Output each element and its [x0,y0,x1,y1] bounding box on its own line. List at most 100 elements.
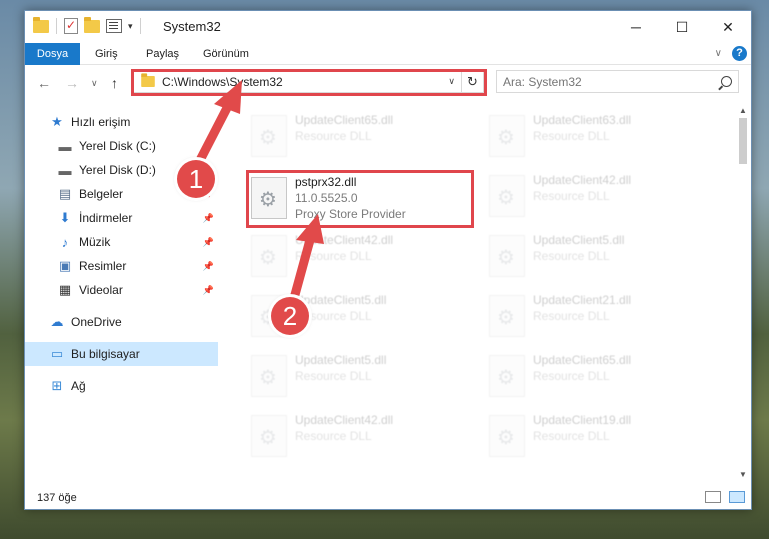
file-name: UpdateClient65.dll [533,353,632,367]
sidebar-item-this-pc[interactable]: ▭ Bu bilgisayar [25,342,218,366]
file-name: UpdateClient5.dll [295,353,387,367]
file-name: UpdateClient42.dll [533,173,632,187]
file-tile[interactable]: UpdateClient5.dll Resource DLL [467,232,697,288]
scroll-up-icon[interactable]: ▲ [736,104,750,118]
tiles-view-icon[interactable] [729,491,745,503]
file-tile[interactable]: UpdateClient19.dll Resource DLL [467,412,697,468]
sidebar-item-quick-access[interactable]: ★ Hızlı erişim [25,110,218,134]
dll-file-icon [251,355,287,397]
close-button[interactable]: ✕ [705,11,751,43]
view-switcher [705,491,745,503]
details-view-icon[interactable] [705,491,721,503]
maximize-button[interactable]: ☐ [659,11,705,43]
computer-icon: ▭ [50,346,64,361]
file-name: UpdateClient5.dll [533,233,625,247]
file-name: UpdateClient5.dll [295,293,387,307]
sidebar-item-label: Yerel Disk (D:) [79,163,156,177]
file-tile[interactable]: UpdateClient5.dll Resource DLL [229,352,459,408]
file-tile[interactable]: UpdateClient5.dll Resource DLL [229,292,459,348]
vertical-scrollbar[interactable]: ▲ ▼ [736,104,750,482]
sidebar-item-onedrive[interactable]: ☁ OneDrive [25,310,218,334]
dll-file-icon [251,415,287,457]
quick-access-toolbar: ▾ [33,16,142,34]
sidebar-item-videos[interactable]: ▦ Videolar 📌 [25,278,218,302]
file-tile[interactable]: UpdateClient65.dll Resource DLL [467,352,697,408]
item-count: 137 öğe [37,492,77,504]
search-input[interactable] [503,74,703,89]
address-highlight-box [131,69,487,96]
view-toggle-icon[interactable] [106,19,122,33]
pin-icon[interactable]: 📌 [203,261,214,272]
sidebar-item-label: OneDrive [71,315,122,329]
file-type: Resource DLL [533,129,610,143]
tab-home[interactable]: Giriş [95,43,118,65]
file-type: Resource DLL [533,309,610,323]
sidebar-item-label: Belgeler [79,187,124,201]
file-tile[interactable]: UpdateClient65.dll Resource DLL [229,112,459,168]
callout-badge-1: 1 [177,160,215,198]
sidebar-item-music[interactable]: ♪ Müzik 📌 [25,230,218,254]
file-name: UpdateClient21.dll [533,293,632,307]
file-type: Resource DLL [533,369,610,383]
sidebar-item-label: Ağ [71,379,86,393]
dll-file-icon [489,235,525,277]
dll-file-icon [251,235,287,277]
file-tile[interactable]: UpdateClient42.dll Resource DLL [229,232,459,288]
scroll-down-icon[interactable]: ▼ [736,468,750,482]
sidebar-item-label: Videolar [79,283,123,297]
callout-badge-2: 2 [271,297,309,335]
tab-share[interactable]: Paylaş [146,43,179,65]
file-tile[interactable]: UpdateClient42.dll Resource DLL [467,172,697,228]
music-icon: ♪ [61,234,69,250]
pin-icon[interactable]: 📌 [203,285,214,296]
properties-icon[interactable] [64,18,78,34]
toolbar-divider [139,18,141,34]
recent-locations-button[interactable]: ∨ [91,78,98,89]
ribbon-expand-icon[interactable]: ∨ [715,48,722,59]
file-name: UpdateClient65.dll [295,113,394,127]
pin-icon[interactable]: 📌 [203,213,214,224]
file-tile[interactable]: UpdateClient21.dll Resource DLL [467,292,697,348]
file-tile[interactable]: UpdateClient63.dll Resource DLL [467,112,697,168]
folder-icon [33,16,49,33]
pictures-icon: ▣ [58,258,72,273]
sidebar-item-downloads[interactable]: ⬇ İndirmeler 📌 [25,206,218,230]
file-type: Resource DLL [295,129,372,143]
sidebar-item-network[interactable]: ⊞ Ağ [25,374,218,398]
new-folder-icon[interactable] [84,16,100,33]
explorer-window: ▾ System32 ─ ☐ ✕ Dosya Giriş Paylaş Görü… [24,10,752,510]
tab-view[interactable]: Görünüm [203,43,249,65]
file-highlight-box [246,170,474,228]
documents-icon: ▤ [58,186,72,201]
toolbar-divider [56,18,57,34]
tab-file[interactable]: Dosya [25,43,80,65]
file-tile[interactable]: UpdateClient42.dll Resource DLL [229,412,459,468]
search-icon[interactable] [721,76,732,87]
scroll-thumb[interactable] [739,118,747,164]
dll-file-icon [489,115,525,157]
window-title: System32 [163,19,221,34]
dll-file-icon [489,175,525,217]
disk-icon: ▬ [58,138,72,154]
forward-button[interactable]: → [65,75,79,91]
sidebar-item-label: Hızlı erişim [71,115,131,129]
help-icon[interactable]: ? [732,46,747,61]
minimize-button[interactable]: ─ [613,11,659,43]
pin-icon[interactable]: 📌 [203,141,214,152]
customize-toolbar-icon[interactable]: ▾ [128,21,133,32]
sidebar-item-pictures[interactable]: ▣ Resimler 📌 [25,254,218,278]
sidebar-item-label: Bu bilgisayar [71,347,140,361]
up-button[interactable]: ↑ [111,75,118,91]
back-button[interactable]: ← [37,75,51,91]
file-name: UpdateClient42.dll [295,413,394,427]
title-bar: ▾ System32 ─ ☐ ✕ [25,11,751,43]
network-icon: ⊞ [51,378,63,393]
sidebar-item-disk-c[interactable]: ▬ Yerel Disk (C:) 📌 [25,134,218,158]
pin-icon[interactable]: 📌 [203,237,214,248]
file-type: Resource DLL [295,249,372,263]
search-box[interactable] [496,70,739,93]
file-name: UpdateClient42.dll [295,233,394,247]
file-type: Resource DLL [533,189,610,203]
dll-file-icon [489,415,525,457]
download-icon: ⬇ [59,210,71,225]
